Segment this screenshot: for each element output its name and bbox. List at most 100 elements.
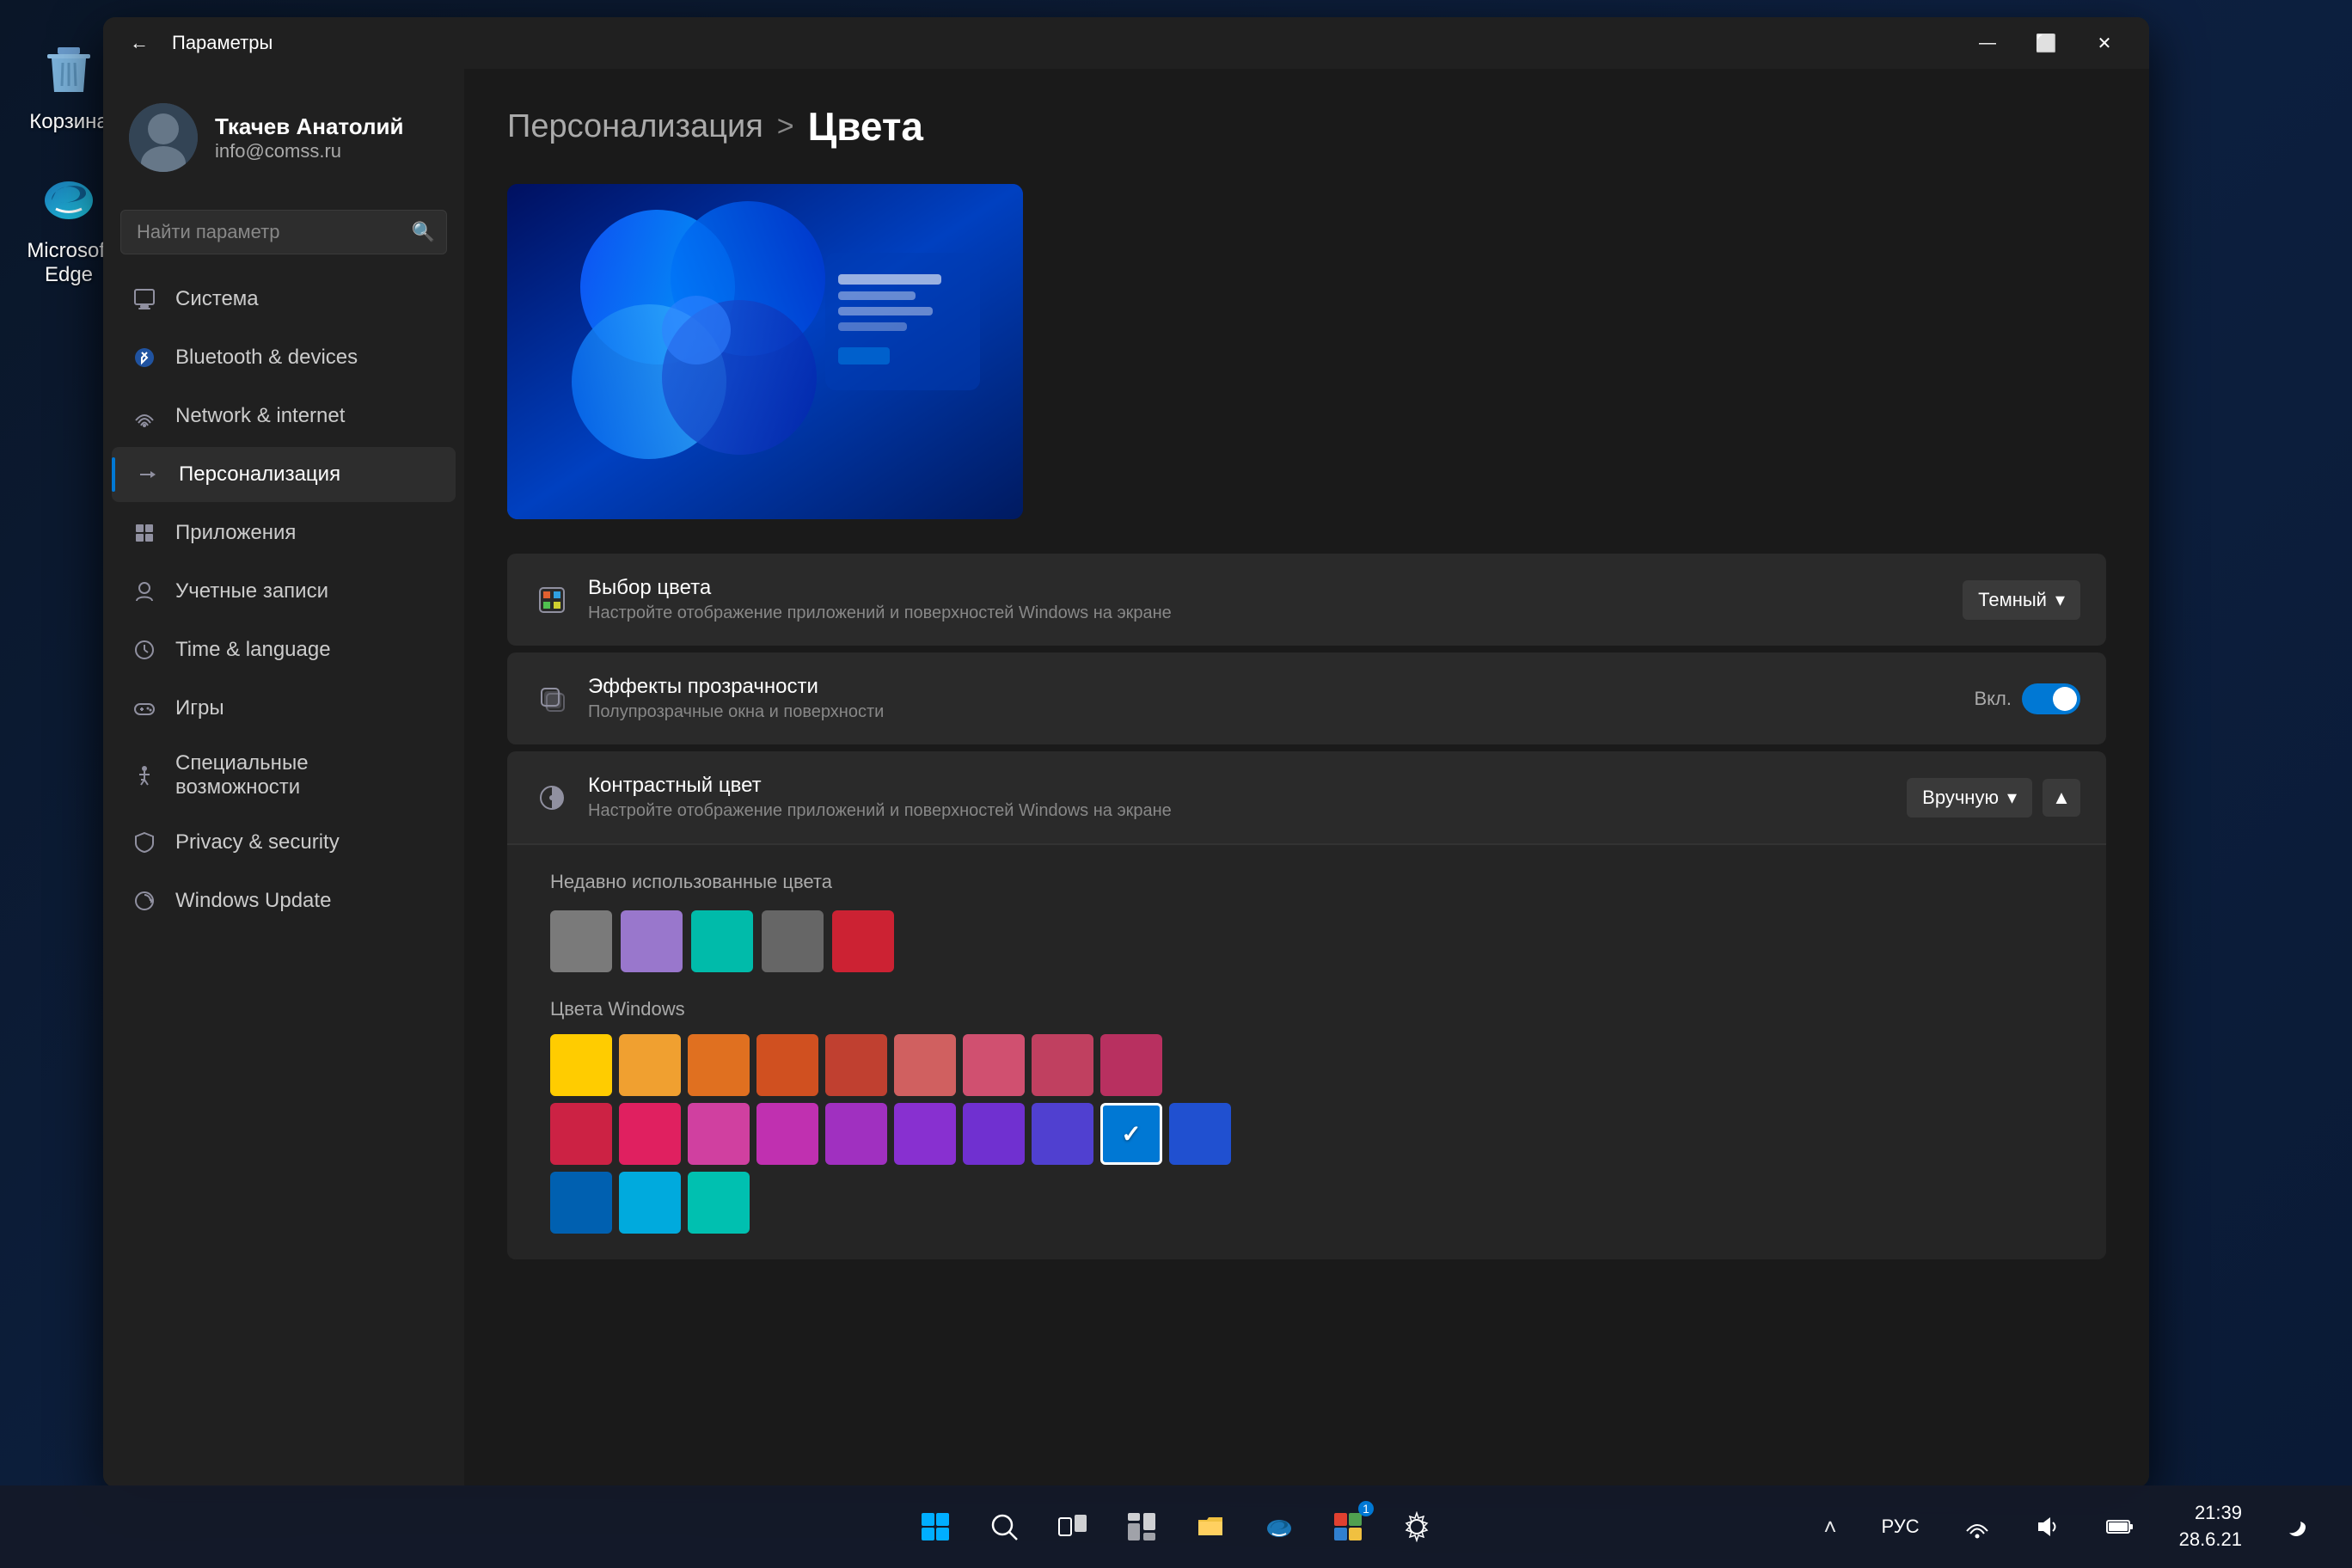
taskbar-lang[interactable]: РУС	[1868, 1509, 1933, 1545]
bluetooth-label: Bluetooth & devices	[175, 346, 358, 370]
store-badge: 1	[1358, 1501, 1374, 1516]
win-color-8[interactable]	[1100, 1034, 1162, 1096]
maximize-button[interactable]: ⬜	[2018, 24, 2073, 62]
desktop: Корзина Microsoft Edge ←	[0, 0, 2352, 1568]
minimize-button[interactable]: —	[1960, 24, 2015, 62]
taskbar-battery[interactable]	[2092, 1507, 2148, 1547]
win-color-4[interactable]	[825, 1034, 887, 1096]
expanded-color-picker: Недавно использованные цвета Цвета Windo…	[507, 844, 2106, 1259]
color-control: Темный ▾	[1963, 580, 2080, 620]
win-color-2[interactable]	[688, 1034, 750, 1096]
apps-icon	[129, 518, 160, 548]
recycle-bin-icon	[34, 34, 103, 103]
recent-swatch-1[interactable]	[621, 910, 683, 972]
win-color-18[interactable]	[1169, 1103, 1231, 1165]
search-box: 🔍	[120, 210, 447, 254]
contrast-expand-button[interactable]: ▲	[2043, 779, 2080, 817]
win-color-1[interactable]	[619, 1034, 681, 1096]
taskbar: 1 ˄ РУС	[0, 1485, 2352, 1568]
win-color-0[interactable]	[550, 1034, 612, 1096]
network-label: Network & internet	[175, 404, 345, 428]
win-color-16[interactable]	[1032, 1103, 1093, 1165]
recent-colors-label: Недавно использованные цвета	[550, 871, 2063, 893]
win-color-5[interactable]	[894, 1034, 956, 1096]
privacy-label: Privacy & security	[175, 830, 340, 854]
back-button[interactable]: ←	[120, 24, 158, 62]
win-color-9[interactable]	[550, 1103, 612, 1165]
recent-swatch-4[interactable]	[832, 910, 894, 972]
win-color-20[interactable]	[619, 1172, 681, 1234]
start-button[interactable]	[908, 1499, 963, 1554]
settings-row-contrast: Контрастный цвет Настройте отображение п…	[507, 751, 2106, 844]
sidebar-item-system[interactable]: Система	[112, 272, 456, 327]
user-email: info@comss.ru	[215, 140, 438, 162]
win-color-3[interactable]	[756, 1034, 818, 1096]
win-color-17[interactable]	[1100, 1103, 1162, 1165]
color-desc: Настройте отображение приложений и повер…	[588, 603, 1945, 623]
edge-icon	[34, 163, 103, 232]
contrast-title: Контрастный цвет	[588, 774, 1890, 798]
taskbar-store[interactable]: 1	[1320, 1499, 1375, 1554]
transparency-title: Эффекты прозрачности	[588, 675, 1957, 699]
sidebar-item-network[interactable]: Network & internet	[112, 389, 456, 444]
edge-label: Microsoft Edge	[26, 239, 112, 287]
system-label: Система	[175, 287, 259, 311]
user-profile[interactable]: Ткачев Анатолий info@comss.ru	[112, 86, 456, 198]
taskbar-edge[interactable]	[1252, 1499, 1307, 1554]
sidebar-item-privacy[interactable]: Privacy & security	[112, 815, 456, 870]
privacy-icon	[129, 827, 160, 858]
taskbar-center: 1	[908, 1499, 1444, 1554]
win-color-11[interactable]	[688, 1103, 750, 1165]
win-color-15[interactable]	[963, 1103, 1025, 1165]
settings-section-color: Выбор цвета Настройте отображение прилож…	[507, 554, 2106, 646]
sidebar-item-time[interactable]: Time & language	[112, 622, 456, 677]
recent-swatch-3[interactable]	[762, 910, 824, 972]
taskbar-file-explorer[interactable]	[1183, 1499, 1238, 1554]
sidebar-item-personalization[interactable]: Персонализация	[112, 447, 456, 502]
sidebar-item-bluetooth[interactable]: Bluetooth & devices	[112, 330, 456, 385]
color-dropdown[interactable]: Темный ▾	[1963, 580, 2080, 620]
recent-swatch-2[interactable]	[691, 910, 753, 972]
personalization-icon	[132, 459, 163, 490]
taskbar-search[interactable]	[977, 1499, 1032, 1554]
search-icon[interactable]: 🔍	[412, 221, 435, 243]
accessibility-icon	[129, 760, 160, 791]
sidebar-item-update[interactable]: Windows Update	[112, 873, 456, 928]
win-color-7[interactable]	[1032, 1034, 1093, 1096]
taskbar-moon[interactable]	[2273, 1507, 2326, 1547]
taskbar-widgets[interactable]	[1114, 1499, 1169, 1554]
sidebar-item-gaming[interactable]: Игры	[112, 681, 456, 736]
win-color-6[interactable]	[963, 1034, 1025, 1096]
transparency-icon	[533, 680, 571, 718]
transparency-value: Вкл.	[1975, 688, 2012, 710]
avatar-image	[129, 103, 198, 172]
contrast-value: Вручную	[1922, 787, 1999, 809]
taskbar-network-icon[interactable]	[1951, 1507, 2004, 1547]
taskbar-taskview[interactable]	[1045, 1499, 1100, 1554]
sidebar-item-accessibility[interactable]: Специальные возможности	[112, 739, 456, 812]
taskbar-clock[interactable]: 21:39 28.6.21	[2165, 1493, 2256, 1560]
time-value: 21:39	[2179, 1500, 2242, 1527]
transparency-toggle[interactable]	[2022, 683, 2080, 714]
win-color-13[interactable]	[825, 1103, 887, 1165]
title-bar-left: ← Параметры	[120, 24, 273, 62]
win-color-19[interactable]	[550, 1172, 612, 1234]
contrast-chevron-icon: ▾	[2007, 787, 2017, 809]
win-color-14[interactable]	[894, 1103, 956, 1165]
taskbar-settings-pinned[interactable]	[1389, 1499, 1444, 1554]
win-color-21[interactable]	[688, 1172, 750, 1234]
win-color-12[interactable]	[756, 1103, 818, 1165]
recent-swatch-0[interactable]	[550, 910, 612, 972]
gaming-icon	[129, 693, 160, 724]
recent-colors-swatches	[550, 910, 2063, 972]
bluetooth-icon	[129, 342, 160, 373]
sidebar-item-accounts[interactable]: Учетные записи	[112, 564, 456, 619]
contrast-dropdown[interactable]: Вручную ▾	[1907, 778, 2032, 818]
taskbar-volume[interactable]	[2021, 1507, 2074, 1547]
close-button[interactable]: ✕	[2077, 24, 2132, 62]
search-input[interactable]	[120, 210, 447, 254]
lang-label: РУС	[1882, 1516, 1920, 1538]
sidebar-item-apps[interactable]: Приложения	[112, 505, 456, 560]
win-color-10[interactable]	[619, 1103, 681, 1165]
taskbar-tray[interactable]: ˄	[1810, 1507, 1850, 1547]
